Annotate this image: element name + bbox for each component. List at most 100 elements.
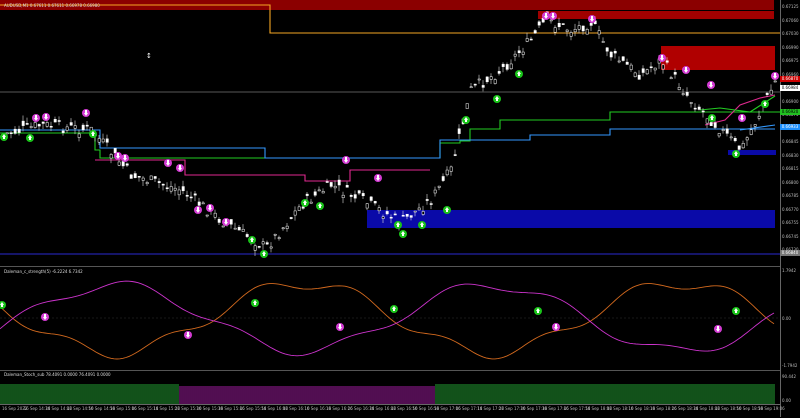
down-arrow-icon: [32, 114, 40, 122]
candle: [73, 125, 77, 129]
candle: [205, 214, 209, 217]
candle: [645, 69, 649, 75]
candle: [409, 215, 413, 218]
up-arrow-icon: [260, 250, 268, 258]
candle: [649, 66, 653, 69]
candle: [157, 181, 161, 183]
candle: [697, 106, 701, 110]
stoch-histogram[interactable]: [0, 371, 780, 404]
candle: [21, 120, 25, 126]
main-chart-pane[interactable]: AUDUSD,M1 0.67611 0.67611 0.66978 0.6698…: [0, 0, 780, 265]
candle: [433, 189, 437, 194]
strength-indicator-title: Daleman_c_strength(5) -6.2224 6.7342: [4, 269, 83, 274]
candle: [389, 216, 393, 219]
down-arrow-icon: [549, 12, 557, 20]
candle: [689, 102, 693, 104]
candle: [65, 126, 69, 131]
down-arrow-icon: [41, 313, 49, 321]
candle: [49, 126, 53, 128]
support-zone: [367, 210, 775, 228]
candle: [429, 203, 433, 205]
candle: [701, 110, 705, 113]
candle: [513, 53, 517, 57]
candle: [681, 93, 685, 95]
strength-line-magenta: [0, 280, 775, 357]
candle: [145, 182, 149, 185]
candle: [521, 51, 525, 55]
candle: [661, 64, 665, 70]
candle: [285, 225, 289, 229]
candle: [733, 138, 737, 142]
candle: [265, 242, 269, 245]
up-arrow-icon: [251, 299, 259, 307]
candle: [321, 191, 325, 194]
candle: [757, 115, 761, 119]
candle: [153, 176, 157, 179]
candle: [501, 63, 505, 67]
candle: [381, 216, 385, 219]
down-arrow-icon: [121, 154, 129, 162]
time-axis-label: 16 Sep 19:06: [758, 406, 785, 411]
price-axis-label: 0.66900: [782, 98, 799, 104]
down-arrow-icon: [184, 331, 192, 339]
candle: [481, 85, 485, 88]
up-arrow-icon: [732, 307, 740, 315]
ind1-scale-top: 1.7942: [782, 268, 796, 273]
candle: [261, 241, 265, 245]
candle: [45, 122, 49, 127]
price-axis-label: 0.66800: [782, 179, 799, 185]
candle: [289, 217, 293, 219]
candle: [293, 210, 297, 216]
candle: [673, 72, 677, 75]
candle: [749, 129, 753, 135]
price-axis-label: 0.66845: [782, 139, 799, 144]
candle: [201, 202, 205, 205]
ind1-scale-mid: 0.00: [782, 316, 791, 321]
stoch-indicator-pane[interactable]: Daleman_Stoch_sub 78.4091 0.0000 76.4091…: [0, 371, 780, 404]
price-axis-label: 0.66755: [782, 220, 799, 225]
candle: [565, 29, 569, 32]
candle: [313, 191, 317, 196]
ind1-scale-bottom: -1.7942: [782, 363, 798, 368]
candle: [729, 136, 733, 139]
up-arrow-icon: [515, 70, 523, 78]
price-axis-label: 0.66770: [782, 206, 799, 212]
candle: [725, 128, 729, 134]
candle: [137, 176, 141, 178]
down-arrow-icon: [342, 156, 350, 164]
candle: [693, 107, 697, 110]
candle: [637, 74, 641, 80]
candle: [149, 175, 153, 180]
candle: [625, 61, 629, 65]
candle: [373, 201, 377, 204]
chart-title: AUDUSD,M1 0.67611 0.67611 0.66978 0.6698…: [4, 3, 100, 8]
candle: [269, 246, 273, 249]
up-arrow-icon: [462, 116, 470, 124]
price-chart[interactable]: [0, 0, 780, 265]
down-arrow-icon: [374, 174, 382, 182]
candle: [217, 218, 221, 223]
candle: [417, 207, 421, 211]
down-arrow-icon: [194, 206, 202, 214]
candle: [509, 63, 513, 70]
candle: [629, 64, 633, 70]
candle: [753, 124, 757, 127]
candle: [329, 182, 333, 187]
candle: [617, 60, 621, 63]
strength-indicator-chart[interactable]: [0, 267, 780, 369]
candle: [573, 29, 577, 33]
candle: [449, 166, 453, 172]
down-arrow-icon: [222, 218, 230, 226]
ind2-scale-bottom: 0.00: [782, 398, 791, 403]
price-axis-label: 0.67030: [782, 31, 799, 36]
green-line-tag: 0.66920: [780, 109, 800, 115]
candle: [161, 183, 165, 186]
gray-line-tag: 0.66840: [780, 250, 800, 256]
candle: [425, 199, 429, 201]
price-axis-label: 0.66815: [782, 166, 799, 171]
strength-indicator-pane[interactable]: Daleman_c_strength(5) -6.2224 6.7342: [0, 267, 780, 369]
red-line-tag: 0.66870: [780, 76, 800, 82]
candle: [669, 77, 673, 79]
candle: [13, 128, 17, 134]
down-arrow-icon: [588, 15, 596, 23]
